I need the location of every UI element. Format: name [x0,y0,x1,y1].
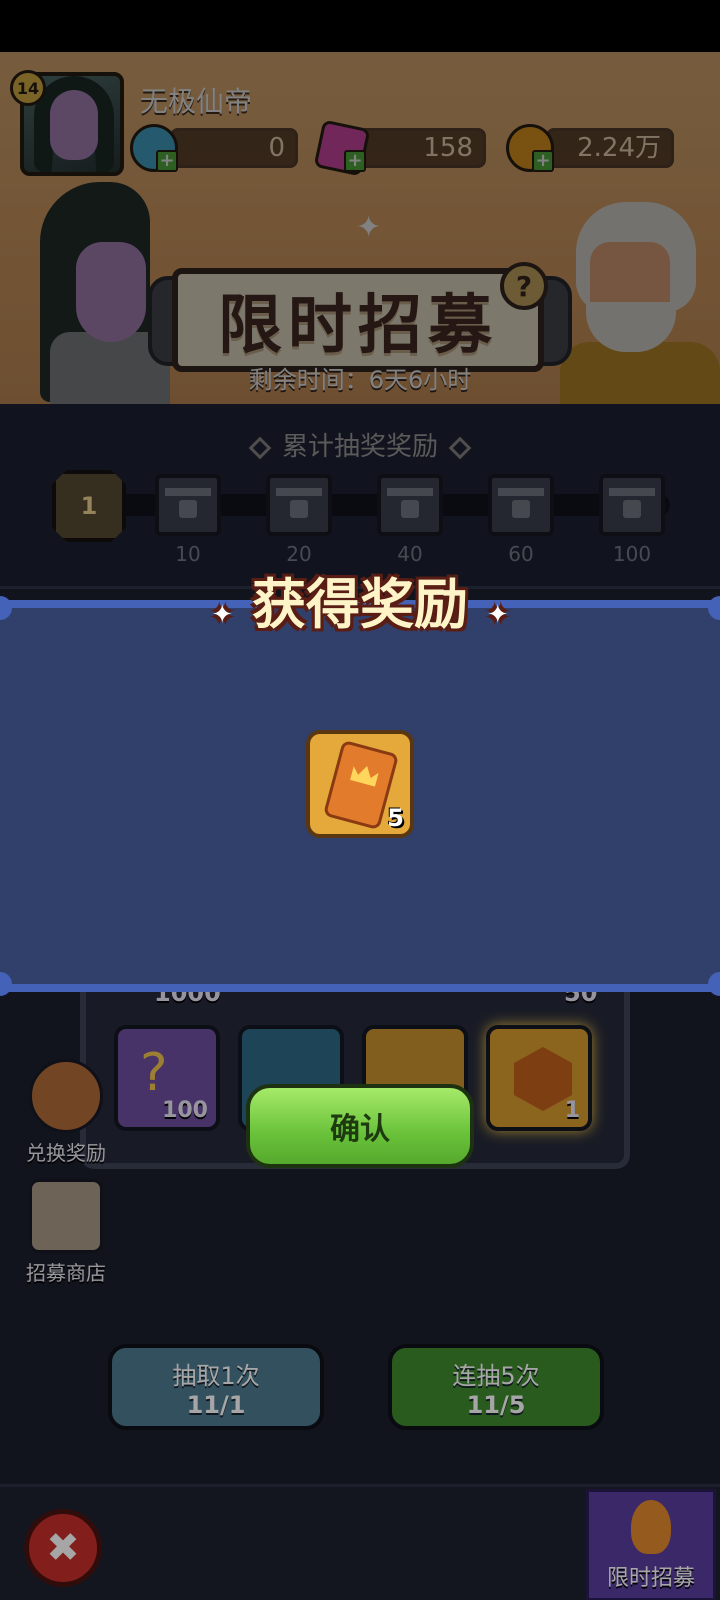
status-bar [0,0,720,52]
reward-item-card[interactable]: 5 [306,730,414,838]
confirm-button[interactable]: 确认 [246,1084,474,1168]
reward-modal-title: 获得奖励 [252,573,468,636]
crown-icon [350,763,380,787]
reward-count: 5 [387,804,404,832]
sparkle-icon: ✦ [486,600,509,630]
sparkle-icon: ✦ [211,600,234,630]
reward-modal-title-row: ✦ 获得奖励 ✦ [0,560,720,639]
